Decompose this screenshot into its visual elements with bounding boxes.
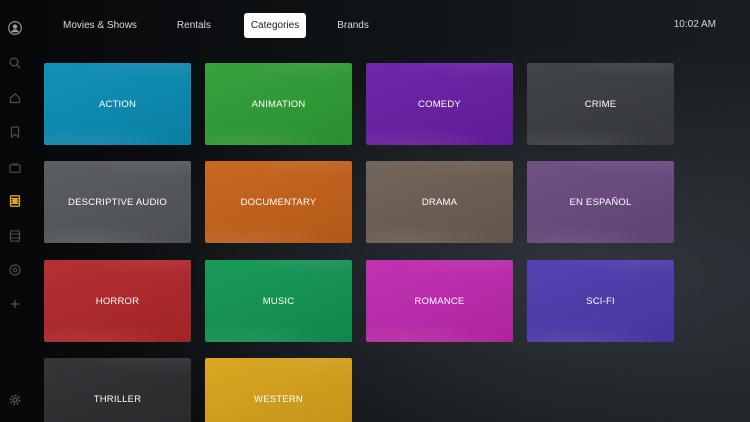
- category-tile-action[interactable]: ACTION: [44, 63, 191, 145]
- settings-icon[interactable]: [8, 393, 22, 407]
- category-tile-horror[interactable]: HORROR: [44, 260, 191, 342]
- tab-categories[interactable]: Categories: [243, 12, 307, 38]
- category-label: DOCUMENTARY: [240, 196, 317, 208]
- tv-icon[interactable]: [8, 161, 22, 175]
- category-tile-documentary[interactable]: DOCUMENTARY: [205, 161, 352, 243]
- tab-movies-shows[interactable]: Movies & Shows: [56, 13, 144, 38]
- category-label: COMEDY: [418, 98, 461, 110]
- profile-icon[interactable]: [8, 21, 22, 35]
- top-navigation: Movies & Shows Rentals Categories Brands: [52, 12, 387, 38]
- category-label: WESTERN: [254, 393, 303, 405]
- film-icon[interactable]: [8, 229, 22, 243]
- category-tile-comedy[interactable]: COMEDY: [366, 63, 513, 145]
- sidebar: [0, 0, 30, 422]
- clock: 10:02 AM: [673, 19, 716, 30]
- category-tile-en-espanol[interactable]: EN ESPAÑOL: [527, 161, 674, 243]
- category-label: HORROR: [95, 295, 140, 307]
- category-label: EN ESPAÑOL: [569, 196, 632, 208]
- category-tile-western[interactable]: WESTERN: [205, 358, 352, 422]
- category-tile-music[interactable]: MUSIC: [205, 260, 352, 342]
- category-label: ANIMATION: [251, 98, 306, 110]
- add-icon[interactable]: [8, 297, 22, 311]
- category-tile-descriptive-audio[interactable]: DESCRIPTIVE AUDIO: [44, 161, 191, 243]
- movies-icon[interactable]: [8, 194, 22, 208]
- tab-rentals[interactable]: Rentals: [170, 13, 218, 38]
- rentals-icon[interactable]: [8, 263, 22, 277]
- category-label: MUSIC: [262, 295, 295, 307]
- home-icon[interactable]: [8, 91, 22, 105]
- tab-brands[interactable]: Brands: [330, 13, 376, 38]
- bookmark-icon[interactable]: [8, 125, 22, 139]
- category-label: ROMANCE: [414, 295, 465, 307]
- category-tile-thriller[interactable]: THRILLER: [44, 358, 191, 422]
- category-label: DESCRIPTIVE AUDIO: [68, 196, 167, 208]
- category-tile-drama[interactable]: DRAMA: [366, 161, 513, 243]
- category-tile-sci-fi[interactable]: SCI-FI: [527, 260, 674, 342]
- category-label: ACTION: [98, 98, 137, 110]
- category-tile-crime[interactable]: CRIME: [527, 63, 674, 145]
- category-label: THRILLER: [93, 393, 142, 405]
- category-label: SCI-FI: [586, 295, 615, 307]
- category-tile-romance[interactable]: ROMANCE: [366, 260, 513, 342]
- category-label: CRIME: [584, 98, 617, 110]
- category-tile-animation[interactable]: ANIMATION: [205, 63, 352, 145]
- app-screen: Movies & Shows Rentals Categories Brands…: [0, 0, 750, 422]
- search-icon[interactable]: [8, 56, 22, 70]
- category-label: DRAMA: [421, 196, 458, 208]
